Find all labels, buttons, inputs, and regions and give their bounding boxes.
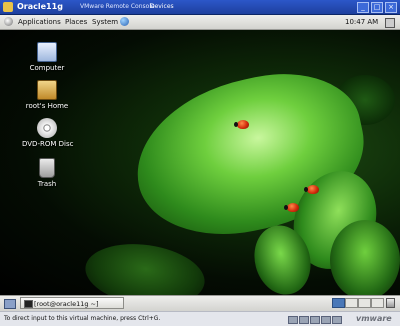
taskbar-terminal-button[interactable]: [root@oracle11g ~] bbox=[20, 297, 124, 309]
panel-clock[interactable]: 10:47 AM bbox=[345, 16, 378, 28]
desktop-icon-label: Trash bbox=[37, 180, 57, 188]
show-desktop-icon[interactable] bbox=[4, 299, 16, 309]
desktop-icon-dvd[interactable]: DVD-ROM Disc bbox=[22, 118, 74, 149]
web-browser-launcher-icon[interactable] bbox=[120, 17, 129, 26]
wallpaper-leaf bbox=[330, 220, 400, 295]
desktop-icon-computer[interactable]: Computer bbox=[22, 42, 72, 73]
usb-icon[interactable] bbox=[321, 316, 331, 324]
wallpaper-ladybug bbox=[304, 185, 319, 194]
desktop: Computer root's Home DVD-ROM Disc Trash bbox=[0, 30, 400, 295]
close-button[interactable]: × bbox=[385, 2, 397, 13]
vm-window-subtitle: VMware Remote Console bbox=[80, 3, 155, 10]
vm-status-bar: To direct input to this virtual machine,… bbox=[0, 311, 400, 326]
cdrom-icon[interactable] bbox=[299, 316, 309, 324]
status-message: To direct input to this virtual machine,… bbox=[4, 315, 161, 322]
wallpaper-ladybug bbox=[234, 120, 249, 129]
workspace-1[interactable] bbox=[332, 298, 345, 308]
maximize-button[interactable]: □ bbox=[371, 2, 383, 13]
trash-applet-icon[interactable] bbox=[386, 298, 395, 308]
desktop-icon-home[interactable]: root's Home bbox=[22, 80, 72, 111]
desktop-icon-label: root's Home bbox=[25, 102, 69, 110]
taskbar-button-label: [root@oracle11g ~] bbox=[34, 300, 99, 308]
gnome-foot-icon bbox=[4, 17, 13, 26]
workspace-3[interactable] bbox=[358, 298, 371, 308]
network-icon[interactable] bbox=[310, 316, 320, 324]
desktop-icon-label: DVD-ROM Disc bbox=[22, 140, 74, 148]
terminal-icon bbox=[24, 300, 33, 308]
workspace-2[interactable] bbox=[345, 298, 358, 308]
workspace-4[interactable] bbox=[371, 298, 384, 308]
menu-system[interactable]: System bbox=[92, 16, 118, 28]
bottom-panel: [root@oracle11g ~] bbox=[0, 295, 400, 311]
desktop-icon-label: Computer bbox=[29, 64, 65, 72]
volume-icon[interactable] bbox=[385, 18, 395, 28]
wallpaper-leaf bbox=[81, 236, 209, 295]
sound-icon[interactable] bbox=[332, 316, 342, 324]
desktop-icon-trash[interactable]: Trash bbox=[22, 158, 72, 189]
menu-places[interactable]: Places bbox=[65, 16, 87, 28]
vm-window-title: Oracle11g bbox=[17, 2, 63, 11]
vm-title-bar: Oracle11g VMware Remote Console Devices … bbox=[0, 0, 400, 15]
dvd-disc-icon bbox=[37, 118, 57, 138]
computer-icon bbox=[37, 42, 57, 62]
minimize-button[interactable]: _ bbox=[357, 2, 369, 13]
vmware-logo: vmware bbox=[356, 314, 392, 323]
wallpaper-ladybug bbox=[284, 203, 299, 212]
hard-disk-icon[interactable] bbox=[288, 316, 298, 324]
top-panel: Applications Places System 10:47 AM bbox=[0, 15, 400, 30]
trash-icon bbox=[39, 158, 55, 178]
home-folder-icon bbox=[37, 80, 57, 100]
devices-menu[interactable]: Devices bbox=[150, 1, 174, 13]
menu-applications[interactable]: Applications bbox=[18, 16, 61, 28]
vmware-app-icon bbox=[3, 2, 13, 12]
